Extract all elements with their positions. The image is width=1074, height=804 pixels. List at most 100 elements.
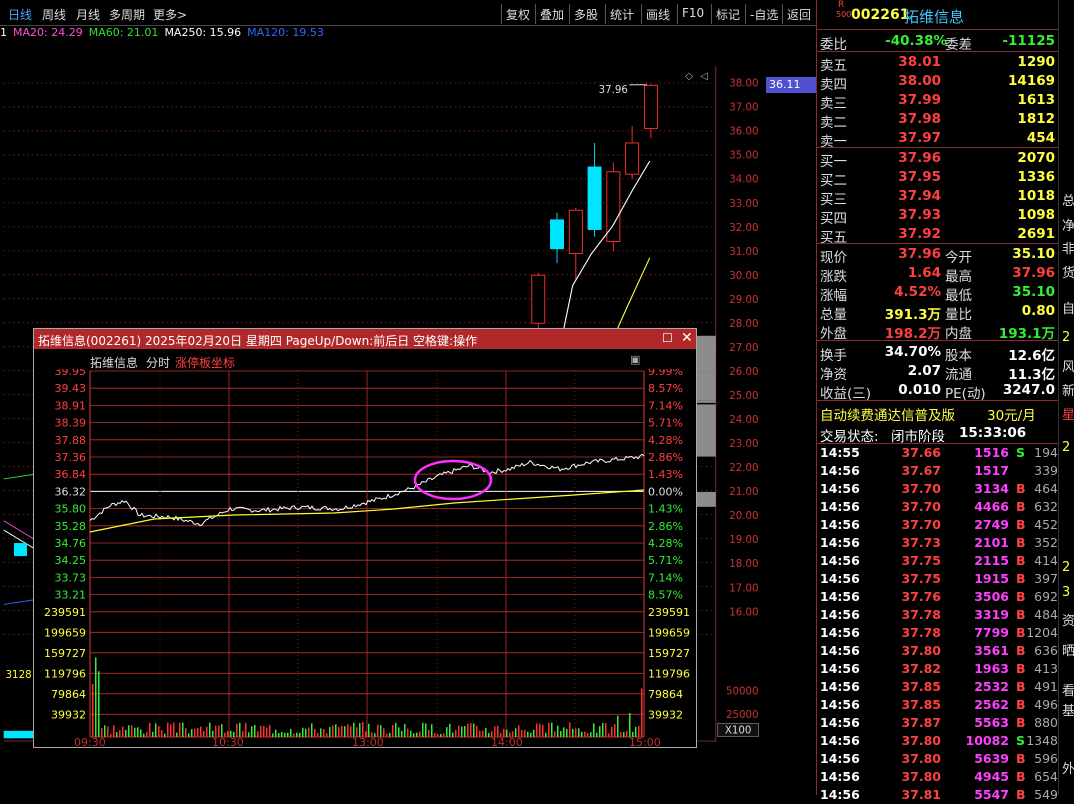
stat-value: 35.10 bbox=[1012, 284, 1055, 300]
ma-legend-item: 1 bbox=[0, 26, 7, 39]
price-tick-label: 30.00 bbox=[729, 271, 758, 282]
intraday-popup[interactable]: 拓维信息(002261) 2025年02月20日 星期四 PageUp/Down… bbox=[33, 328, 697, 748]
volume-bar bbox=[632, 731, 634, 737]
weibi-label: 委比 bbox=[820, 37, 847, 53]
divider bbox=[817, 29, 1059, 30]
volume-bar bbox=[422, 722, 424, 737]
volume-bar bbox=[500, 733, 502, 737]
trade-volume: 1963 bbox=[974, 661, 1009, 676]
volume-bar bbox=[257, 731, 259, 737]
trade-count: 880 bbox=[1034, 715, 1058, 730]
volume-bar bbox=[92, 683, 94, 737]
maximize-icon[interactable]: ☐ bbox=[662, 331, 673, 345]
pct-tick-label: 7.14% bbox=[648, 399, 683, 412]
watchlist-button[interactable]: -自选 bbox=[745, 4, 782, 24]
volume-bar bbox=[236, 723, 238, 737]
volume-bar bbox=[548, 722, 550, 737]
promo-price: 30元/月 bbox=[987, 408, 1036, 424]
bid-price: 37.96 bbox=[898, 150, 941, 166]
volume-bar bbox=[329, 726, 331, 737]
volume-bar bbox=[566, 728, 568, 737]
fundamental-row: 净资 2.07 流通 11.3亿 bbox=[817, 361, 1059, 383]
volume-bar bbox=[497, 725, 499, 737]
stat-value: 198.2万 bbox=[884, 326, 941, 342]
mark-button[interactable]: 标记 bbox=[711, 4, 744, 24]
draw-line-button[interactable]: 画线 bbox=[641, 4, 674, 24]
tab-multi-period[interactable]: 多周期 bbox=[109, 6, 145, 23]
volume-bar bbox=[275, 729, 277, 737]
close-icon[interactable]: ✕ bbox=[681, 330, 693, 346]
overlay-button[interactable]: 叠加 bbox=[535, 4, 568, 24]
tab-weekly[interactable]: 周线 bbox=[42, 6, 66, 23]
trade-side: B bbox=[1016, 589, 1026, 604]
trade-volume: 5639 bbox=[974, 751, 1009, 766]
volume-bar bbox=[503, 728, 505, 737]
bid-price: 37.93 bbox=[898, 207, 941, 223]
fq-button[interactable]: 复权 bbox=[501, 4, 534, 24]
volume-bar bbox=[266, 727, 268, 737]
volume-bar bbox=[3, 730, 35, 739]
ma-legend-item: MA60: 21.01 bbox=[88, 26, 159, 39]
pct-tick-label: 8.57% bbox=[648, 382, 683, 395]
trade-volume: 2562 bbox=[974, 697, 1009, 712]
time-tick-label: 09:30 bbox=[74, 736, 106, 747]
volume-bar bbox=[416, 732, 418, 737]
volume-bar bbox=[425, 723, 427, 737]
bid-volume: 1098 bbox=[1017, 207, 1055, 223]
trade-side: B bbox=[1016, 553, 1026, 568]
volume-bar bbox=[506, 729, 508, 737]
multi-stock-button[interactable]: 多股 bbox=[569, 4, 602, 24]
volume-bar bbox=[473, 723, 475, 737]
volume-bar bbox=[584, 731, 586, 737]
volume-bar bbox=[467, 723, 469, 737]
stat-label: PE(动) bbox=[945, 386, 986, 402]
volume-bar bbox=[593, 723, 595, 737]
trade-price: 37.75 bbox=[901, 553, 941, 568]
volume-bar bbox=[260, 725, 262, 737]
volume-bar bbox=[404, 723, 406, 737]
volume-bar bbox=[278, 733, 280, 737]
trade-side: B bbox=[1016, 679, 1026, 694]
stats-button[interactable]: 统计 bbox=[605, 4, 638, 24]
volume-bar bbox=[119, 730, 121, 737]
quote-panel: R 500 002261 拓维信息 委比 -40.38% 委差 -11125 卖五 38.01 12… bbox=[816, 0, 1059, 802]
volume-bar bbox=[326, 733, 328, 737]
volume-bar bbox=[449, 723, 451, 737]
trade-side: B bbox=[1016, 499, 1026, 514]
trade-row: 14:56 37.80 10082 S 1348 bbox=[817, 732, 1059, 750]
price-tick-label: 31.00 bbox=[729, 247, 758, 258]
tab-monthly[interactable]: 月线 bbox=[76, 6, 100, 23]
volume-bar bbox=[464, 726, 466, 737]
promo-row[interactable]: 自动续费通达信普及版 30元/月 bbox=[817, 402, 1059, 424]
volume-bar bbox=[254, 725, 256, 737]
trade-count: 464 bbox=[1034, 481, 1058, 496]
trade-row: 14:56 37.80 3561 B 636 bbox=[817, 642, 1059, 660]
volume-bar bbox=[509, 732, 511, 737]
volume-bar bbox=[263, 725, 265, 737]
intraday-chart[interactable]: 39.95 9.99% 39.43 8.57% 38.91 7.14% 38.39 5.71%… bbox=[34, 369, 696, 747]
trade-side: B bbox=[1016, 769, 1026, 784]
ma-legend-item: MA20: 24.29 bbox=[13, 26, 83, 39]
side-glyph: 星 bbox=[1062, 408, 1074, 423]
price-tick-label: 33.21 bbox=[55, 589, 87, 602]
tab-daily[interactable]: 日线 bbox=[8, 6, 32, 23]
volume-bar bbox=[419, 731, 421, 737]
volume-bar bbox=[116, 732, 118, 737]
volume-bar bbox=[578, 728, 580, 737]
side-glyph: 2 bbox=[1062, 560, 1071, 575]
tab-more[interactable]: 更多> bbox=[153, 6, 187, 23]
highlight-ellipse bbox=[413, 459, 493, 501]
panel-toggle-icon[interactable]: ▣ bbox=[630, 353, 640, 366]
quote-stat-row: 现价 37.96 今开 35.10 bbox=[817, 244, 1059, 266]
volume-bar bbox=[533, 729, 535, 737]
volume-bar bbox=[206, 726, 208, 737]
time-tick-label: 14:00 bbox=[491, 736, 523, 747]
f10-button[interactable]: F10 bbox=[677, 4, 708, 24]
r-label: R bbox=[838, 0, 845, 10]
trade-volume: 3319 bbox=[974, 607, 1009, 622]
back-button[interactable]: 返回 bbox=[782, 4, 815, 24]
candle-body bbox=[587, 166, 602, 230]
trade-price: 37.78 bbox=[901, 607, 941, 622]
volume-bar bbox=[143, 733, 145, 737]
volume-bar bbox=[182, 722, 184, 737]
